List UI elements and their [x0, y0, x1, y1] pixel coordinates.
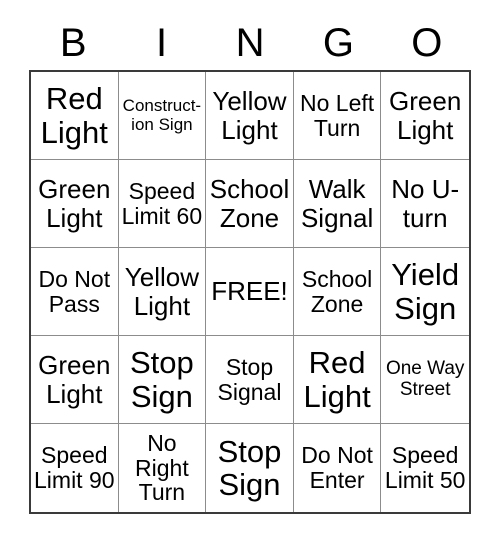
bingo-cell-label: Stop Signal: [217, 353, 282, 405]
bingo-cell-i4[interactable]: Stop Sign: [118, 336, 207, 424]
bingo-cell-i1[interactable]: Construct-ion Sign: [118, 72, 207, 160]
bingo-cell-label: Do Not Pass: [38, 265, 111, 317]
bingo-cell-label: One Way Street: [385, 357, 465, 400]
bingo-cell-n4[interactable]: Stop Signal: [206, 336, 294, 424]
bingo-cell-b1[interactable]: Red Light: [31, 72, 119, 160]
bingo-free-space-label: FREE!: [211, 276, 288, 307]
bingo-cell-o4[interactable]: One Way Street: [381, 336, 469, 424]
bingo-card: B I N G O Red Light Construct-ion Sign Y…: [0, 0, 500, 544]
bingo-cell-label: Yellow Light: [212, 86, 287, 145]
bingo-cell-label: Green Light: [38, 350, 111, 409]
bingo-cell-label: School Zone: [301, 265, 373, 317]
bingo-cell-i3[interactable]: Yellow Light: [118, 248, 207, 336]
bingo-cell-label: No Left Turn: [300, 89, 375, 141]
bingo-cell-n5[interactable]: Stop Sign: [206, 424, 294, 512]
bingo-header-letter-o: O: [411, 21, 443, 65]
bingo-cell-label: Construct-ion Sign: [122, 96, 202, 134]
bingo-cell-o2[interactable]: No U-turn: [381, 160, 469, 248]
bingo-header-letter-n: N: [235, 21, 265, 65]
bingo-cell-label: Yield Sign: [391, 257, 460, 326]
bingo-cell-o1[interactable]: Green Light: [381, 72, 469, 160]
bingo-cell-label: No U-turn: [391, 174, 460, 233]
bingo-cell-label: School Zone: [209, 174, 290, 233]
bingo-cell-g3[interactable]: School Zone: [293, 248, 382, 336]
bingo-cell-label: Red Light: [303, 345, 371, 414]
bingo-cell-o3[interactable]: Yield Sign: [381, 248, 469, 336]
bingo-header-letter-b: B: [59, 21, 87, 65]
bingo-cell-label: Do Not Enter: [301, 442, 373, 493]
bingo-cell-g5[interactable]: Do Not Enter: [293, 424, 382, 512]
bingo-cell-label: Green Light: [389, 86, 462, 145]
bingo-header-row: B I N G O: [29, 16, 471, 70]
bingo-cell-i5[interactable]: No Right Turn: [118, 424, 207, 512]
bingo-cell-label: Yellow Light: [124, 262, 199, 321]
bingo-header-letter-i: I: [156, 21, 168, 65]
bingo-cell-label: Green Light: [38, 174, 111, 233]
bingo-cell-b2[interactable]: Green Light: [31, 160, 119, 248]
bingo-cell-n2[interactable]: School Zone: [206, 160, 294, 248]
bingo-cell-label: No Right Turn: [135, 429, 189, 506]
bingo-cell-g1[interactable]: No Left Turn: [293, 72, 382, 160]
bingo-cell-b4[interactable]: Green Light: [31, 336, 119, 424]
bingo-cell-free-space[interactable]: FREE!: [206, 248, 294, 336]
bingo-header-letter-g: G: [322, 21, 354, 65]
bingo-cell-i2[interactable]: Speed Limit 60: [118, 160, 207, 248]
bingo-cell-label: Red Light: [40, 81, 108, 150]
bingo-grid: Red Light Construct-ion Sign Yellow Ligh…: [29, 70, 471, 514]
bingo-cell-label: Speed Limit 90: [34, 442, 115, 493]
bingo-cell-label: Speed Limit 50: [384, 442, 466, 493]
bingo-cell-label: Stop Sign: [217, 433, 282, 502]
bingo-cell-o5[interactable]: Speed Limit 50: [381, 424, 469, 512]
bingo-cell-label: Walk Signal: [300, 174, 374, 233]
bingo-cell-label: Speed Limit 60: [121, 177, 203, 229]
bingo-cell-b5[interactable]: Speed Limit 90: [31, 424, 119, 512]
bingo-cell-n1[interactable]: Yellow Light: [206, 72, 294, 160]
bingo-cell-g2[interactable]: Walk Signal: [293, 160, 382, 248]
bingo-cell-g4[interactable]: Red Light: [293, 336, 382, 424]
bingo-cell-b3[interactable]: Do Not Pass: [31, 248, 119, 336]
bingo-cell-label: Stop Sign: [130, 345, 194, 414]
